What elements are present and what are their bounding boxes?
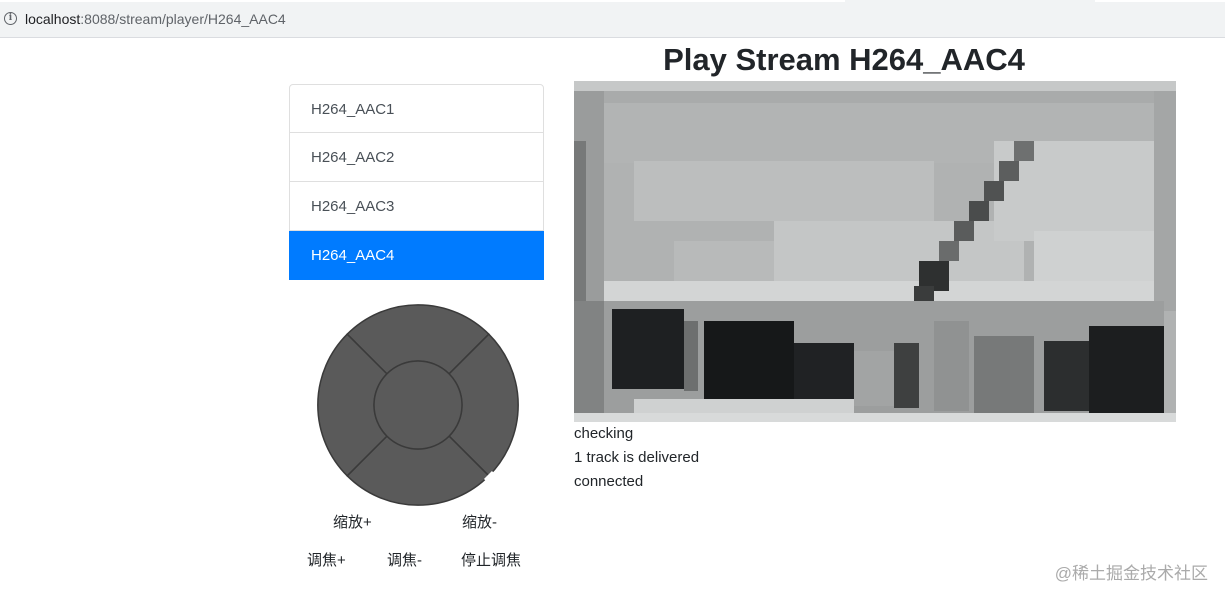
url-path: :8088/stream/player/H264_AAC4	[80, 11, 286, 27]
focus-out-button[interactable]: 调焦-	[387, 551, 422, 571]
focus-in-button[interactable]: 调焦+	[307, 551, 346, 571]
page-title: Play Stream H264_AAC4	[663, 42, 1025, 77]
stream-item-h264-aac3[interactable]: H264_AAC3	[289, 182, 544, 231]
video-player[interactable]	[574, 81, 1176, 422]
zoom-in-button[interactable]: 缩放+	[333, 513, 372, 533]
browser-address-bar[interactable]: i localhost:8088/stream/player/H264_AAC4	[0, 0, 1225, 38]
stream-item-h264-aac4[interactable]: H264_AAC4	[289, 231, 544, 280]
tab-strip-edge	[1095, 0, 1225, 2]
status-track-delivered: 1 track is delivered	[574, 449, 700, 466]
stop-focus-button[interactable]: 停止调焦	[461, 551, 521, 571]
url-text[interactable]: localhost:8088/stream/player/H264_AAC4	[25, 10, 286, 28]
status-connected: connected	[574, 473, 644, 490]
tab-strip-edge	[0, 0, 845, 2]
watermark-text: @稀土掘金技术社区	[1054, 564, 1208, 583]
url-host: localhost	[25, 11, 81, 27]
stream-item-h264-aac1[interactable]: H264_AAC1	[289, 84, 544, 133]
video-frame	[574, 81, 1176, 422]
stream-item-h264-aac2[interactable]: H264_AAC2	[289, 133, 544, 182]
info-icon[interactable]: i	[4, 12, 17, 25]
ptz-control-wheel	[317, 304, 519, 506]
status-checking: checking	[574, 425, 634, 442]
stream-list: H264_AAC1 H264_AAC2 H264_AAC3 H264_AAC4	[289, 84, 544, 280]
ptz-center-button[interactable]	[373, 360, 463, 450]
zoom-out-button[interactable]: 缩放-	[462, 513, 497, 533]
